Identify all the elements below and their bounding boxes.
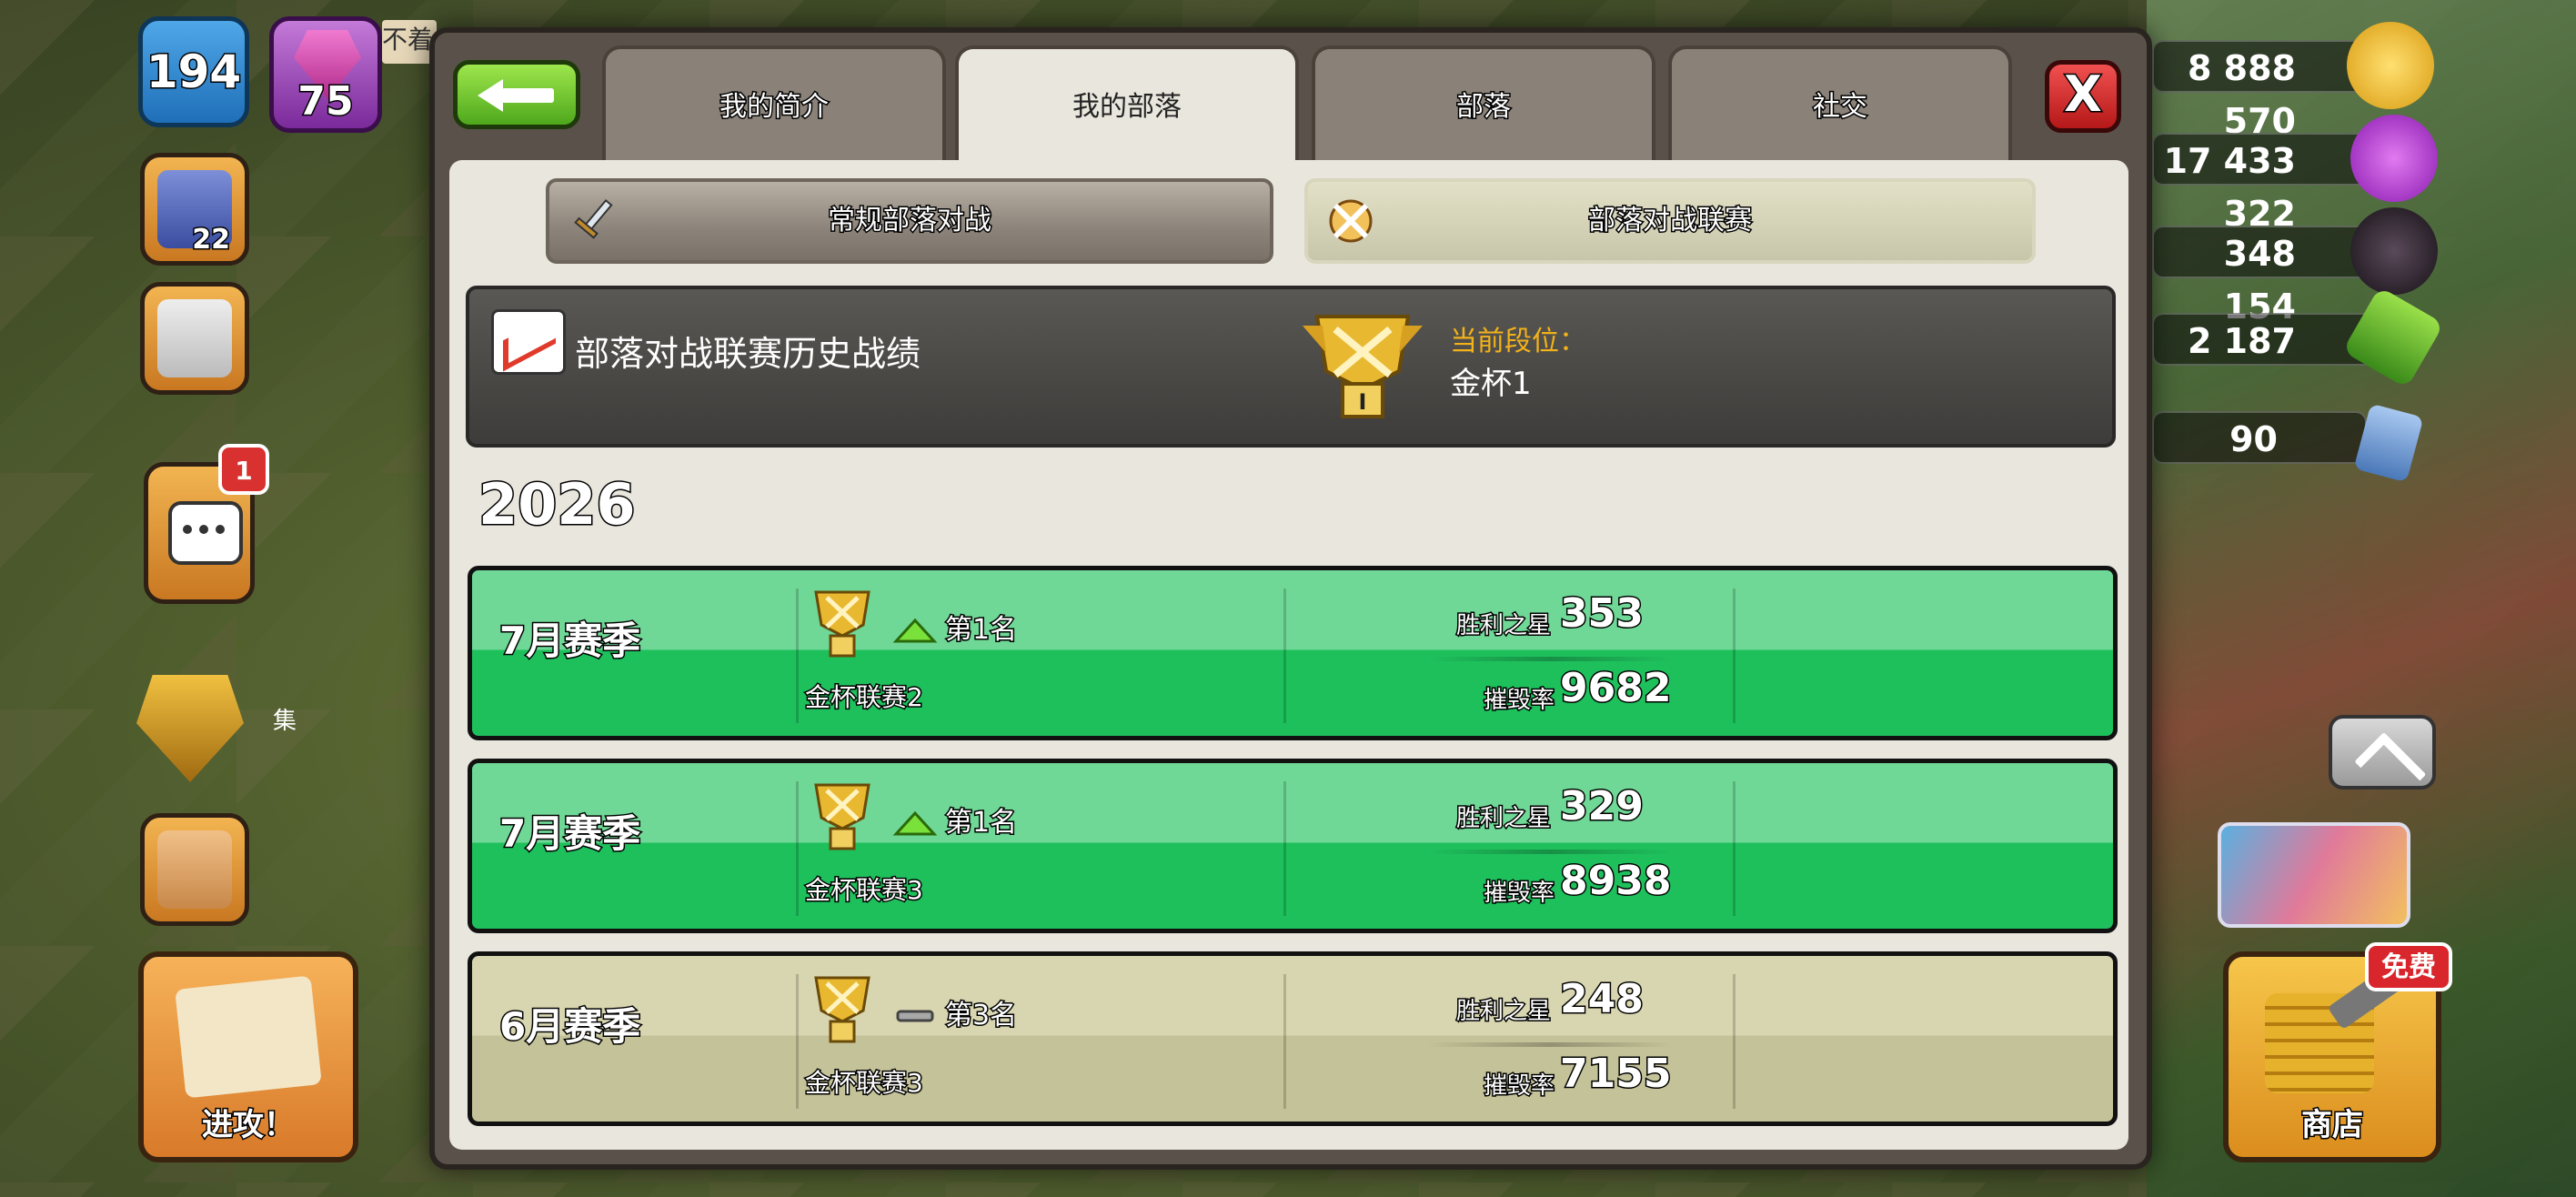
trophy-badge[interactable]: 75 [269, 16, 382, 133]
season-row[interactable]: 6月赛季 第3名 金杯联赛3 胜利之星 248 摧毁率 7155 [468, 951, 2118, 1126]
gold-icon [2347, 22, 2434, 109]
column-divider [1283, 781, 1286, 916]
war-label: 集 [273, 708, 297, 735]
destruction-label: 摧毁率 [1482, 879, 1555, 909]
column-divider [1733, 588, 1736, 723]
shop-label: 商店 [2300, 1106, 2365, 1145]
tab-my-profile[interactable]: 我的简介 [602, 45, 946, 164]
raid-medal-amount: 90 [2229, 419, 2278, 459]
back-button[interactable] [453, 60, 580, 129]
tab-clans[interactable]: 部落 [1312, 45, 1655, 164]
dark-elixir-icon [2350, 207, 2438, 295]
crossed-swords-icon [136, 675, 244, 782]
row-separator [1427, 657, 1673, 661]
current-rank-value: 金杯1 [1450, 366, 1532, 402]
stars-label: 胜利之星 [1454, 611, 1552, 641]
league-cup-icon [814, 976, 870, 1043]
destruction-value: 9682 [1558, 664, 1672, 713]
column-divider [1733, 974, 1736, 1109]
season-name: 7月赛季 [498, 810, 641, 858]
column-divider [796, 781, 799, 916]
attack-button[interactable]: 进攻！ [138, 951, 358, 1162]
clan-war-league-label: 部落对战联赛 [1587, 204, 1754, 238]
quests-button[interactable] [140, 282, 249, 395]
row-separator [1427, 850, 1673, 854]
attack-label: 进攻！ [201, 1106, 297, 1145]
stars-value: 353 [1559, 589, 1645, 639]
builder-level: 22 [191, 223, 232, 257]
stars-label: 胜利之星 [1454, 804, 1552, 834]
column-divider [796, 974, 799, 1109]
gems-amount: 2 187 [2188, 321, 2296, 361]
season-row[interactable]: 7月赛季 第1名 金杯联赛2 胜利之星 353 摧毁率 9682 [468, 566, 2118, 740]
clan-war-button[interactable] [127, 675, 253, 782]
stars-value: 329 [1559, 782, 1645, 831]
regular-clan-war-label: 常规部落对战 [827, 204, 993, 238]
no-change-icon [896, 1010, 934, 1022]
league-cup-icon [814, 590, 870, 658]
scroll-icon [157, 299, 232, 377]
tab-label: 我的部落 [1072, 91, 1182, 123]
current-rank-label: 当前段位： [1450, 326, 1586, 357]
season-name: 6月赛季 [498, 1003, 641, 1051]
destruction-value: 7155 [1558, 1050, 1672, 1099]
free-badge: 免费 [2365, 942, 2452, 991]
map-icon [175, 975, 322, 1099]
column-divider [1283, 588, 1286, 723]
row-separator [1427, 1042, 1673, 1047]
clan-war-league-tab[interactable]: 部落对战联赛 [1304, 178, 2036, 264]
promotion-arrow-icon [892, 810, 938, 836]
column-divider [796, 588, 799, 723]
barbarian-icon [157, 830, 232, 909]
player-name: 不着 [382, 20, 437, 64]
season-place: 第1名 [943, 613, 1018, 648]
season-league: 金杯联赛2 [804, 681, 925, 714]
destruction-value: 8938 [1558, 857, 1672, 906]
sword-icon [574, 198, 613, 239]
league-tier-numeral: I [1359, 389, 1367, 415]
tab-label: 社交 [1812, 90, 1869, 125]
experience-level: 194 [145, 45, 242, 100]
expand-button[interactable] [2329, 715, 2436, 790]
trophy-count: 75 [297, 77, 355, 126]
league-history-title: 部落对战联赛历史战绩 [575, 334, 921, 374]
crossed-swords-icon [1329, 199, 1373, 243]
destruction-label: 摧毁率 [1482, 1071, 1555, 1101]
regular-clan-war-tab[interactable]: 常规部落对战 [546, 178, 1273, 264]
elixir-icon [2350, 115, 2438, 202]
chat-icon [168, 501, 243, 565]
raid-medal-bar: 90 [2152, 411, 2367, 464]
events-button[interactable] [140, 813, 249, 926]
promotion-arrow-icon [892, 618, 938, 643]
tab-social[interactable]: 社交 [1668, 45, 2012, 164]
experience-level-badge[interactable]: 194 [138, 16, 249, 127]
season-league: 金杯联赛3 [804, 874, 925, 907]
tab-label: 部落 [1455, 90, 1513, 125]
close-button[interactable]: X [2045, 60, 2121, 133]
column-divider [1733, 781, 1736, 916]
stars-value: 248 [1559, 975, 1645, 1024]
builder-base-button[interactable]: 22 [140, 153, 249, 266]
stars-label: 胜利之星 [1454, 997, 1552, 1027]
season-league: 金杯联赛3 [804, 1067, 925, 1100]
season-place: 第1名 [943, 806, 1018, 840]
chart-icon [491, 309, 566, 375]
column-divider [1283, 974, 1286, 1109]
season-place: 第3名 [943, 999, 1018, 1033]
league-history-header: 部落对战联赛历史战绩 [466, 286, 2116, 448]
tab-my-clan[interactable]: 我的部落 [955, 45, 1299, 167]
year-heading: 2026 [478, 470, 638, 539]
tab-label: 我的简介 [719, 90, 830, 125]
season-name: 7月赛季 [498, 618, 641, 665]
season-row[interactable]: 7月赛季 第1名 金杯联赛3 胜利之星 329 摧毁率 8938 [468, 759, 2118, 933]
destruction-label: 摧毁率 [1482, 686, 1555, 716]
league-cup-icon [814, 783, 870, 850]
event-banner[interactable] [2218, 822, 2410, 928]
chat-notification-badge: 1 [218, 444, 269, 495]
gold-league-badge-icon: I [1303, 315, 1423, 418]
